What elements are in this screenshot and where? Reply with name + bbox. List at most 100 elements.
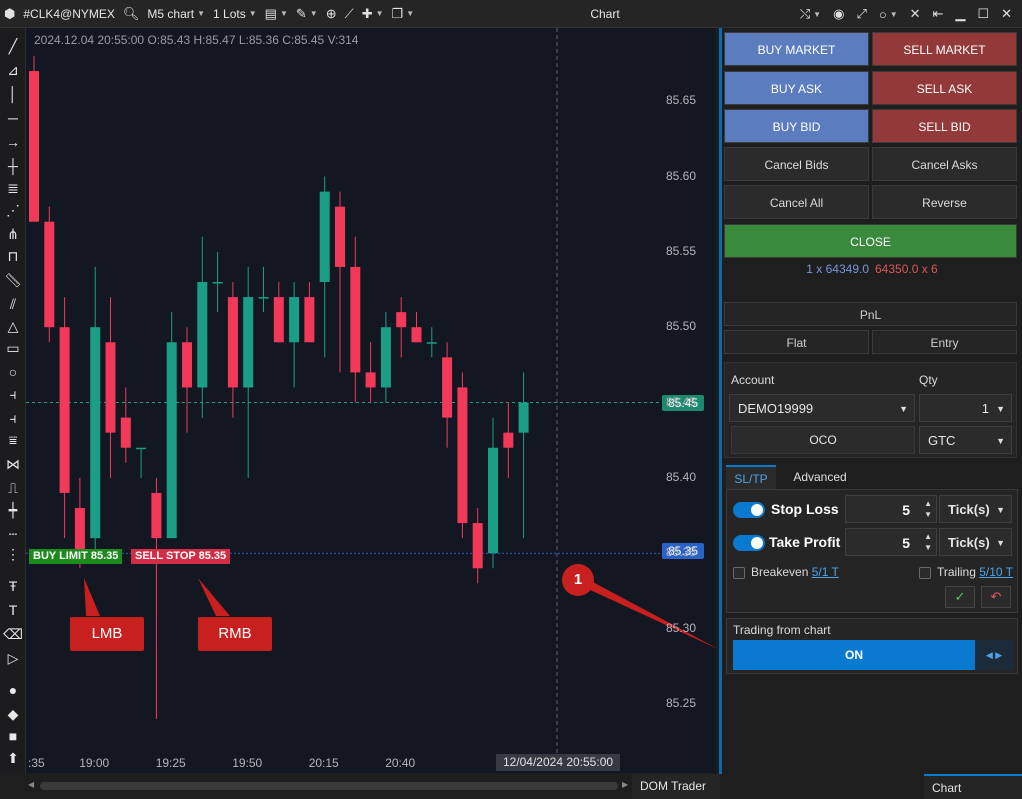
account-select[interactable]: DEMO19999 ▼	[729, 394, 915, 422]
buy-ask-button[interactable]: BUY ASK	[724, 71, 869, 105]
draw-tool-button[interactable]: ✎ ▼	[292, 0, 322, 28]
diamond-marker-icon[interactable]: ◆	[3, 704, 23, 724]
reverse-button[interactable]: Reverse	[872, 185, 1017, 219]
text-anchor-icon[interactable]: Ŧ	[3, 576, 23, 596]
tab-sltp[interactable]: SL/TP	[726, 465, 776, 489]
minimize-button[interactable]: ▁	[949, 0, 971, 28]
scroll-left-icon[interactable]: ◀	[28, 780, 34, 789]
chevron-down-icon: ▼	[996, 404, 1005, 414]
buy-market-button[interactable]: BUY MARKET	[724, 32, 869, 66]
stop-loss-stepper[interactable]: 5 ▲ ▼	[845, 495, 937, 523]
spin-arrows-icon[interactable]: ▲ ▼	[924, 531, 932, 553]
symbol-selector[interactable]: #CLK4@NYMEX	[19, 0, 119, 28]
pin-button[interactable]: ⇤	[927, 0, 950, 28]
indicators-button[interactable]: ⟋	[341, 0, 358, 28]
ohlc-readout: 2024.12.04 20:55:00 O:85.43 H:85.47 L:85…	[34, 33, 359, 47]
tif-value: GTC	[928, 433, 956, 448]
candles-icon[interactable]: ┿	[3, 500, 23, 520]
breakeven-link[interactable]: 5/1 T	[812, 565, 839, 579]
levels-icon[interactable]: ⩸	[3, 430, 23, 450]
qty-select[interactable]: 1 ▼	[919, 394, 1012, 422]
zigzag-icon[interactable]: ⋈	[3, 454, 23, 474]
arrow-up-marker-icon[interactable]: ⬆	[3, 748, 23, 768]
take-profit-unit-select[interactable]: Tick(s) ▼	[939, 528, 1012, 556]
sell-ask-button[interactable]: SELL ASK	[872, 71, 1017, 105]
tif-select[interactable]: GTC ▼	[919, 426, 1012, 454]
close-position-button[interactable]: CLOSE	[724, 224, 1017, 258]
chart-canvas[interactable]	[26, 28, 716, 773]
arrow-tool-icon[interactable]: →	[3, 132, 23, 152]
take-profit-toggle[interactable]	[733, 535, 765, 551]
trailing-checkbox[interactable]	[919, 567, 931, 579]
fullscreen-button[interactable]: ⤢	[850, 0, 872, 28]
tag-icon[interactable]: ▷	[3, 648, 23, 668]
oco-button[interactable]: OCO	[731, 426, 915, 454]
rectangle-icon[interactable]: ▭	[3, 338, 23, 358]
close-window-button[interactable]: ✕	[995, 0, 1018, 28]
tab-advanced[interactable]: Advanced	[780, 465, 860, 489]
level-tool-2-icon[interactable]: ⫞	[3, 408, 23, 428]
cancel-asks-button[interactable]: Cancel Asks	[872, 147, 1017, 181]
layout-button[interactable]: ❐ ▼	[388, 0, 419, 28]
trend-tool-icon[interactable]: ⋰	[3, 200, 23, 220]
app-logo-icon[interactable]: ⬢	[0, 0, 19, 28]
sync-button[interactable]: ⤭ ▼	[794, 0, 827, 28]
candle-body	[426, 342, 437, 344]
pitchfork-icon[interactable]: ⋔	[3, 224, 23, 244]
horizontal-line-icon[interactable]: ─	[3, 108, 23, 128]
crosshair-button[interactable]: ✚ ▼	[358, 0, 388, 28]
breakeven-checkbox[interactable]	[733, 567, 745, 579]
gann-tool-icon[interactable]: ⊓	[3, 246, 23, 266]
ray-tool-icon[interactable]: ⊿	[3, 60, 23, 80]
horizontal-scrollbar[interactable]: ◀ ▶	[26, 776, 632, 796]
vertical-line-icon[interactable]: │	[3, 84, 23, 104]
buy-limit-order-label[interactable]: BUY LIMIT 85.35	[29, 549, 123, 564]
channel-icon[interactable]: ⫽	[3, 294, 23, 314]
lots-dropdown[interactable]: 1 Lots ▼	[209, 0, 261, 28]
price-axis-label: 85.65	[666, 93, 697, 108]
cancel-bids-button[interactable]: Cancel Bids	[724, 147, 869, 181]
fib-tool-icon[interactable]: ≣	[3, 178, 23, 198]
spin-arrows-icon[interactable]: ▲ ▼	[924, 498, 932, 520]
resize-arrows-icon[interactable]: ◀ ▶	[975, 640, 1013, 670]
scroll-right-icon[interactable]: ▶	[622, 780, 628, 789]
candle-body	[136, 447, 147, 450]
stop-loss-toggle[interactable]	[733, 502, 765, 518]
sell-market-button[interactable]: SELL MARKET	[872, 32, 1017, 66]
buy-bid-button[interactable]: BUY BID	[724, 109, 869, 143]
scrollbar-thumb[interactable]	[40, 782, 618, 790]
revert-icon[interactable]: ↶	[981, 586, 1011, 608]
theme-button[interactable]: ○ ▼	[873, 0, 904, 28]
sell-stop-order-label[interactable]: SELL STOP 85.35	[131, 549, 231, 564]
marker-arrow	[576, 573, 716, 649]
sell-bid-button[interactable]: SELL BID	[872, 109, 1017, 143]
chart-style-button[interactable]: ▤ ▼	[261, 0, 292, 28]
tab-dom-trader[interactable]: DOM Trader	[632, 774, 720, 799]
triangle-icon[interactable]: △	[3, 316, 23, 336]
apply-check-icon[interactable]: ✓	[945, 586, 975, 608]
text-icon[interactable]: T	[3, 600, 23, 620]
price-chart[interactable]: 2024.12.04 20:55:00 O:85.43 H:85.47 L:85…	[26, 28, 716, 773]
tab-chart-trader[interactable]: Chart Trader✕	[924, 774, 1022, 799]
ellipse-icon[interactable]: ○	[3, 362, 23, 382]
trailing-link[interactable]: 5/10 T	[979, 565, 1013, 579]
cancel-all-button[interactable]: Cancel All	[724, 185, 869, 219]
take-profit-stepper[interactable]: 5 ▲ ▼	[845, 528, 937, 556]
zoom-button[interactable]: ⊕	[322, 0, 341, 28]
maximize-button[interactable]: ☐	[971, 0, 995, 28]
trading-from-chart-toggle[interactable]: ON	[733, 640, 975, 670]
search-icon[interactable]: 🔍︎	[119, 0, 144, 28]
step-icon[interactable]: ⎍	[3, 478, 23, 498]
circle-marker-icon[interactable]: ●	[3, 680, 23, 700]
line-tool-icon[interactable]: ╱	[3, 36, 23, 56]
level-tool-icon[interactable]: ⫞	[3, 384, 23, 404]
price-axis-label: 85.25	[666, 695, 697, 710]
price-label-icon[interactable]: ⌫	[3, 624, 23, 644]
screenshot-button[interactable]: ◉	[827, 0, 850, 28]
tools-button[interactable]: ✕	[904, 0, 927, 28]
stop-loss-unit-select[interactable]: Tick(s) ▼	[939, 495, 1012, 523]
square-marker-icon[interactable]: ■	[3, 726, 23, 746]
cross-line-icon[interactable]: ┼	[3, 156, 23, 176]
ruler-icon[interactable]: 📏︎	[3, 270, 23, 290]
timeframe-dropdown[interactable]: M5 chart ▼	[143, 0, 209, 28]
